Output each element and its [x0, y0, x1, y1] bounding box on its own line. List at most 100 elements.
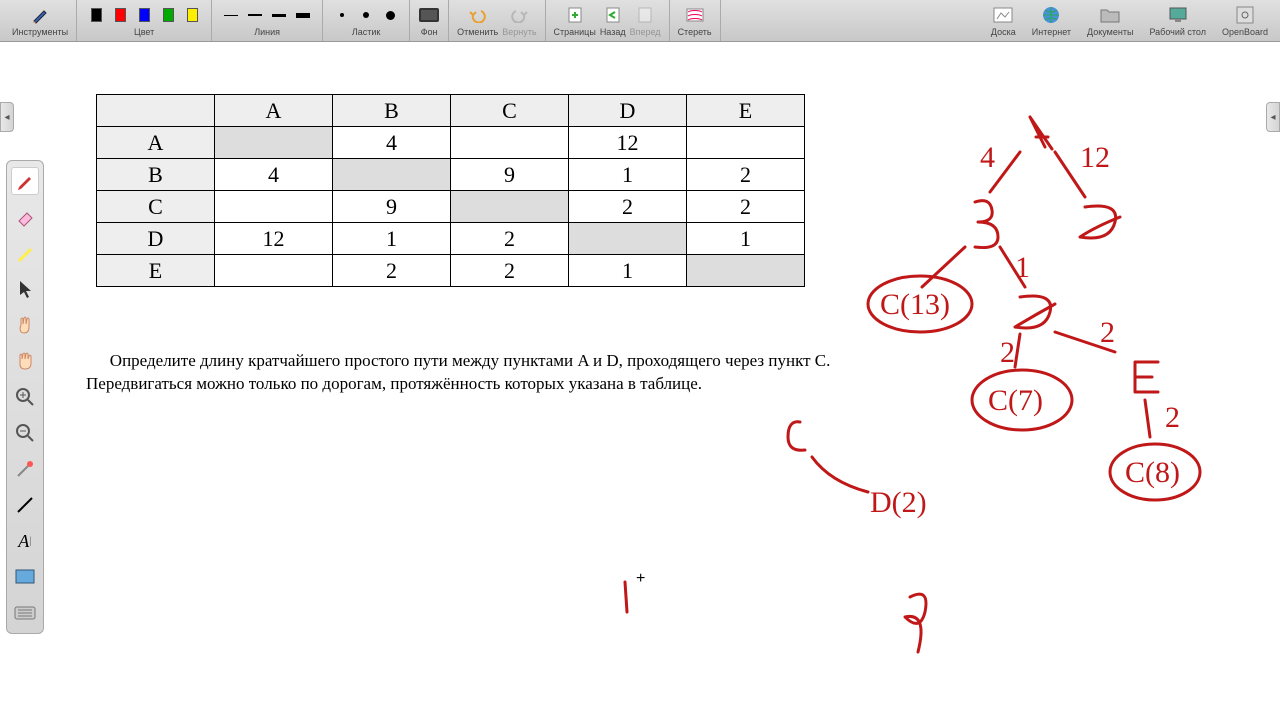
next-page-icon[interactable]: [634, 4, 656, 26]
table-cell: [569, 223, 687, 255]
erase-label: Стереть: [678, 27, 712, 37]
zoom-in-tool[interactable]: [11, 383, 39, 411]
table-header: E: [687, 95, 805, 127]
background-icon[interactable]: [418, 4, 440, 26]
back-label: Назад: [600, 27, 626, 37]
line-thick[interactable]: [268, 4, 290, 26]
color-swatch-0[interactable]: [85, 4, 107, 26]
table-header: D: [569, 95, 687, 127]
redo-button[interactable]: [508, 4, 530, 26]
line-thin[interactable]: [220, 4, 242, 26]
table-row-header: D: [97, 223, 215, 255]
table-cell: 12: [215, 223, 333, 255]
table-cell: [451, 127, 569, 159]
table-header: B: [333, 95, 451, 127]
table-cell: 2: [451, 223, 569, 255]
table-cell: 12: [569, 127, 687, 159]
cursor-indicator: +: [636, 570, 645, 588]
bg-label: Фон: [421, 27, 438, 37]
table-cell: [215, 191, 333, 223]
table-cell: [687, 255, 805, 287]
line-tool[interactable]: [11, 491, 39, 519]
openboard-icon[interactable]: [1234, 4, 1256, 26]
monitor-icon[interactable]: [1167, 4, 1189, 26]
svg-text:C(8): C(8): [1125, 456, 1180, 489]
main-toolbar: Инструменты Цвет Линия Ластик Фон Отмени…: [0, 0, 1280, 42]
mode-openboard: OpenBoard: [1214, 0, 1276, 41]
table-cell: [215, 127, 333, 159]
svg-text:2: 2: [1165, 401, 1180, 434]
table-cell: 2: [451, 255, 569, 287]
globe-icon[interactable]: [1040, 4, 1062, 26]
pan-tool[interactable]: [11, 347, 39, 375]
line-med[interactable]: [244, 4, 266, 26]
highlighter-tool[interactable]: [11, 239, 39, 267]
color-swatch-4[interactable]: [181, 4, 203, 26]
eraser-size-1[interactable]: [355, 4, 377, 26]
erase-all-icon[interactable]: [684, 4, 706, 26]
eraser-group: Ластик: [323, 0, 410, 41]
svg-text:C(13): C(13): [880, 288, 950, 321]
svg-text:4: 4: [980, 141, 995, 174]
color-label: Цвет: [134, 27, 154, 37]
internet-label: Интернет: [1032, 27, 1071, 37]
line-xthick[interactable]: [292, 4, 314, 26]
prev-page-icon[interactable]: [602, 4, 624, 26]
text-tool[interactable]: A|: [11, 527, 39, 555]
color-swatch-3[interactable]: [157, 4, 179, 26]
hand-select-tool[interactable]: [11, 311, 39, 339]
color-swatch-2[interactable]: [133, 4, 155, 26]
table-cell: [333, 159, 451, 191]
svg-text:D(2): D(2): [870, 486, 927, 519]
table-row-header: C: [97, 191, 215, 223]
problem-statement: Определите длину кратчайшего простого пу…: [86, 350, 846, 396]
folder-icon[interactable]: [1099, 4, 1121, 26]
right-panel-tab[interactable]: ◂: [1266, 102, 1280, 132]
left-panel-tab[interactable]: ◂: [0, 102, 14, 132]
mode-internet: Интернет: [1024, 0, 1079, 41]
mode-board: Доска: [983, 0, 1024, 41]
eraser-tool[interactable]: [11, 203, 39, 231]
table-header: A: [215, 95, 333, 127]
eraser-size-2[interactable]: [379, 4, 401, 26]
svg-text:2: 2: [1100, 316, 1115, 349]
eraser-label: Ластик: [352, 27, 381, 37]
board-icon[interactable]: [992, 4, 1014, 26]
tool-palette: A|: [6, 160, 44, 634]
pointer-tool[interactable]: [11, 275, 39, 303]
pages-label: Страницы: [554, 27, 596, 37]
undo-redo-group: Отменить Вернуть: [449, 0, 545, 41]
table-header: [97, 95, 215, 127]
distance-table: ABCDEA412B4912C922D12121E221: [96, 94, 805, 287]
board-label: Доска: [991, 27, 1016, 37]
table-cell: [451, 191, 569, 223]
table-cell: [215, 255, 333, 287]
table-row-header: A: [97, 127, 215, 159]
svg-text:1: 1: [1015, 251, 1030, 284]
line-group: Линия: [212, 0, 323, 41]
eraser-size-0[interactable]: [331, 4, 353, 26]
pen-style-icon[interactable]: [29, 4, 51, 26]
mode-documents: Документы: [1079, 0, 1141, 41]
undo-button[interactable]: [467, 4, 489, 26]
documents-label: Документы: [1087, 27, 1133, 37]
table-row-header: B: [97, 159, 215, 191]
laser-tool[interactable]: [11, 455, 39, 483]
color-swatch-1[interactable]: [109, 4, 131, 26]
whiteboard-canvas[interactable]: ◂ ◂ ABCDEA412B4912C922D12121E221 Определ…: [0, 42, 1280, 720]
add-page-icon[interactable]: [564, 4, 586, 26]
table-cell: 2: [687, 159, 805, 191]
tools-label: Инструменты: [12, 27, 68, 37]
table-cell: 2: [333, 255, 451, 287]
pages-group: Страницы Назад Вперед: [546, 0, 670, 41]
svg-text:C(7): C(7): [988, 384, 1043, 417]
zoom-out-tool[interactable]: [11, 419, 39, 447]
table-cell: 4: [333, 127, 451, 159]
table-cell: 1: [333, 223, 451, 255]
openboard-label: OpenBoard: [1222, 27, 1268, 37]
capture-tool[interactable]: [11, 563, 39, 591]
line-label: Линия: [254, 27, 280, 37]
pen-tool[interactable]: [11, 167, 39, 195]
keyboard-tool[interactable]: [11, 599, 39, 627]
table-cell: 2: [687, 191, 805, 223]
